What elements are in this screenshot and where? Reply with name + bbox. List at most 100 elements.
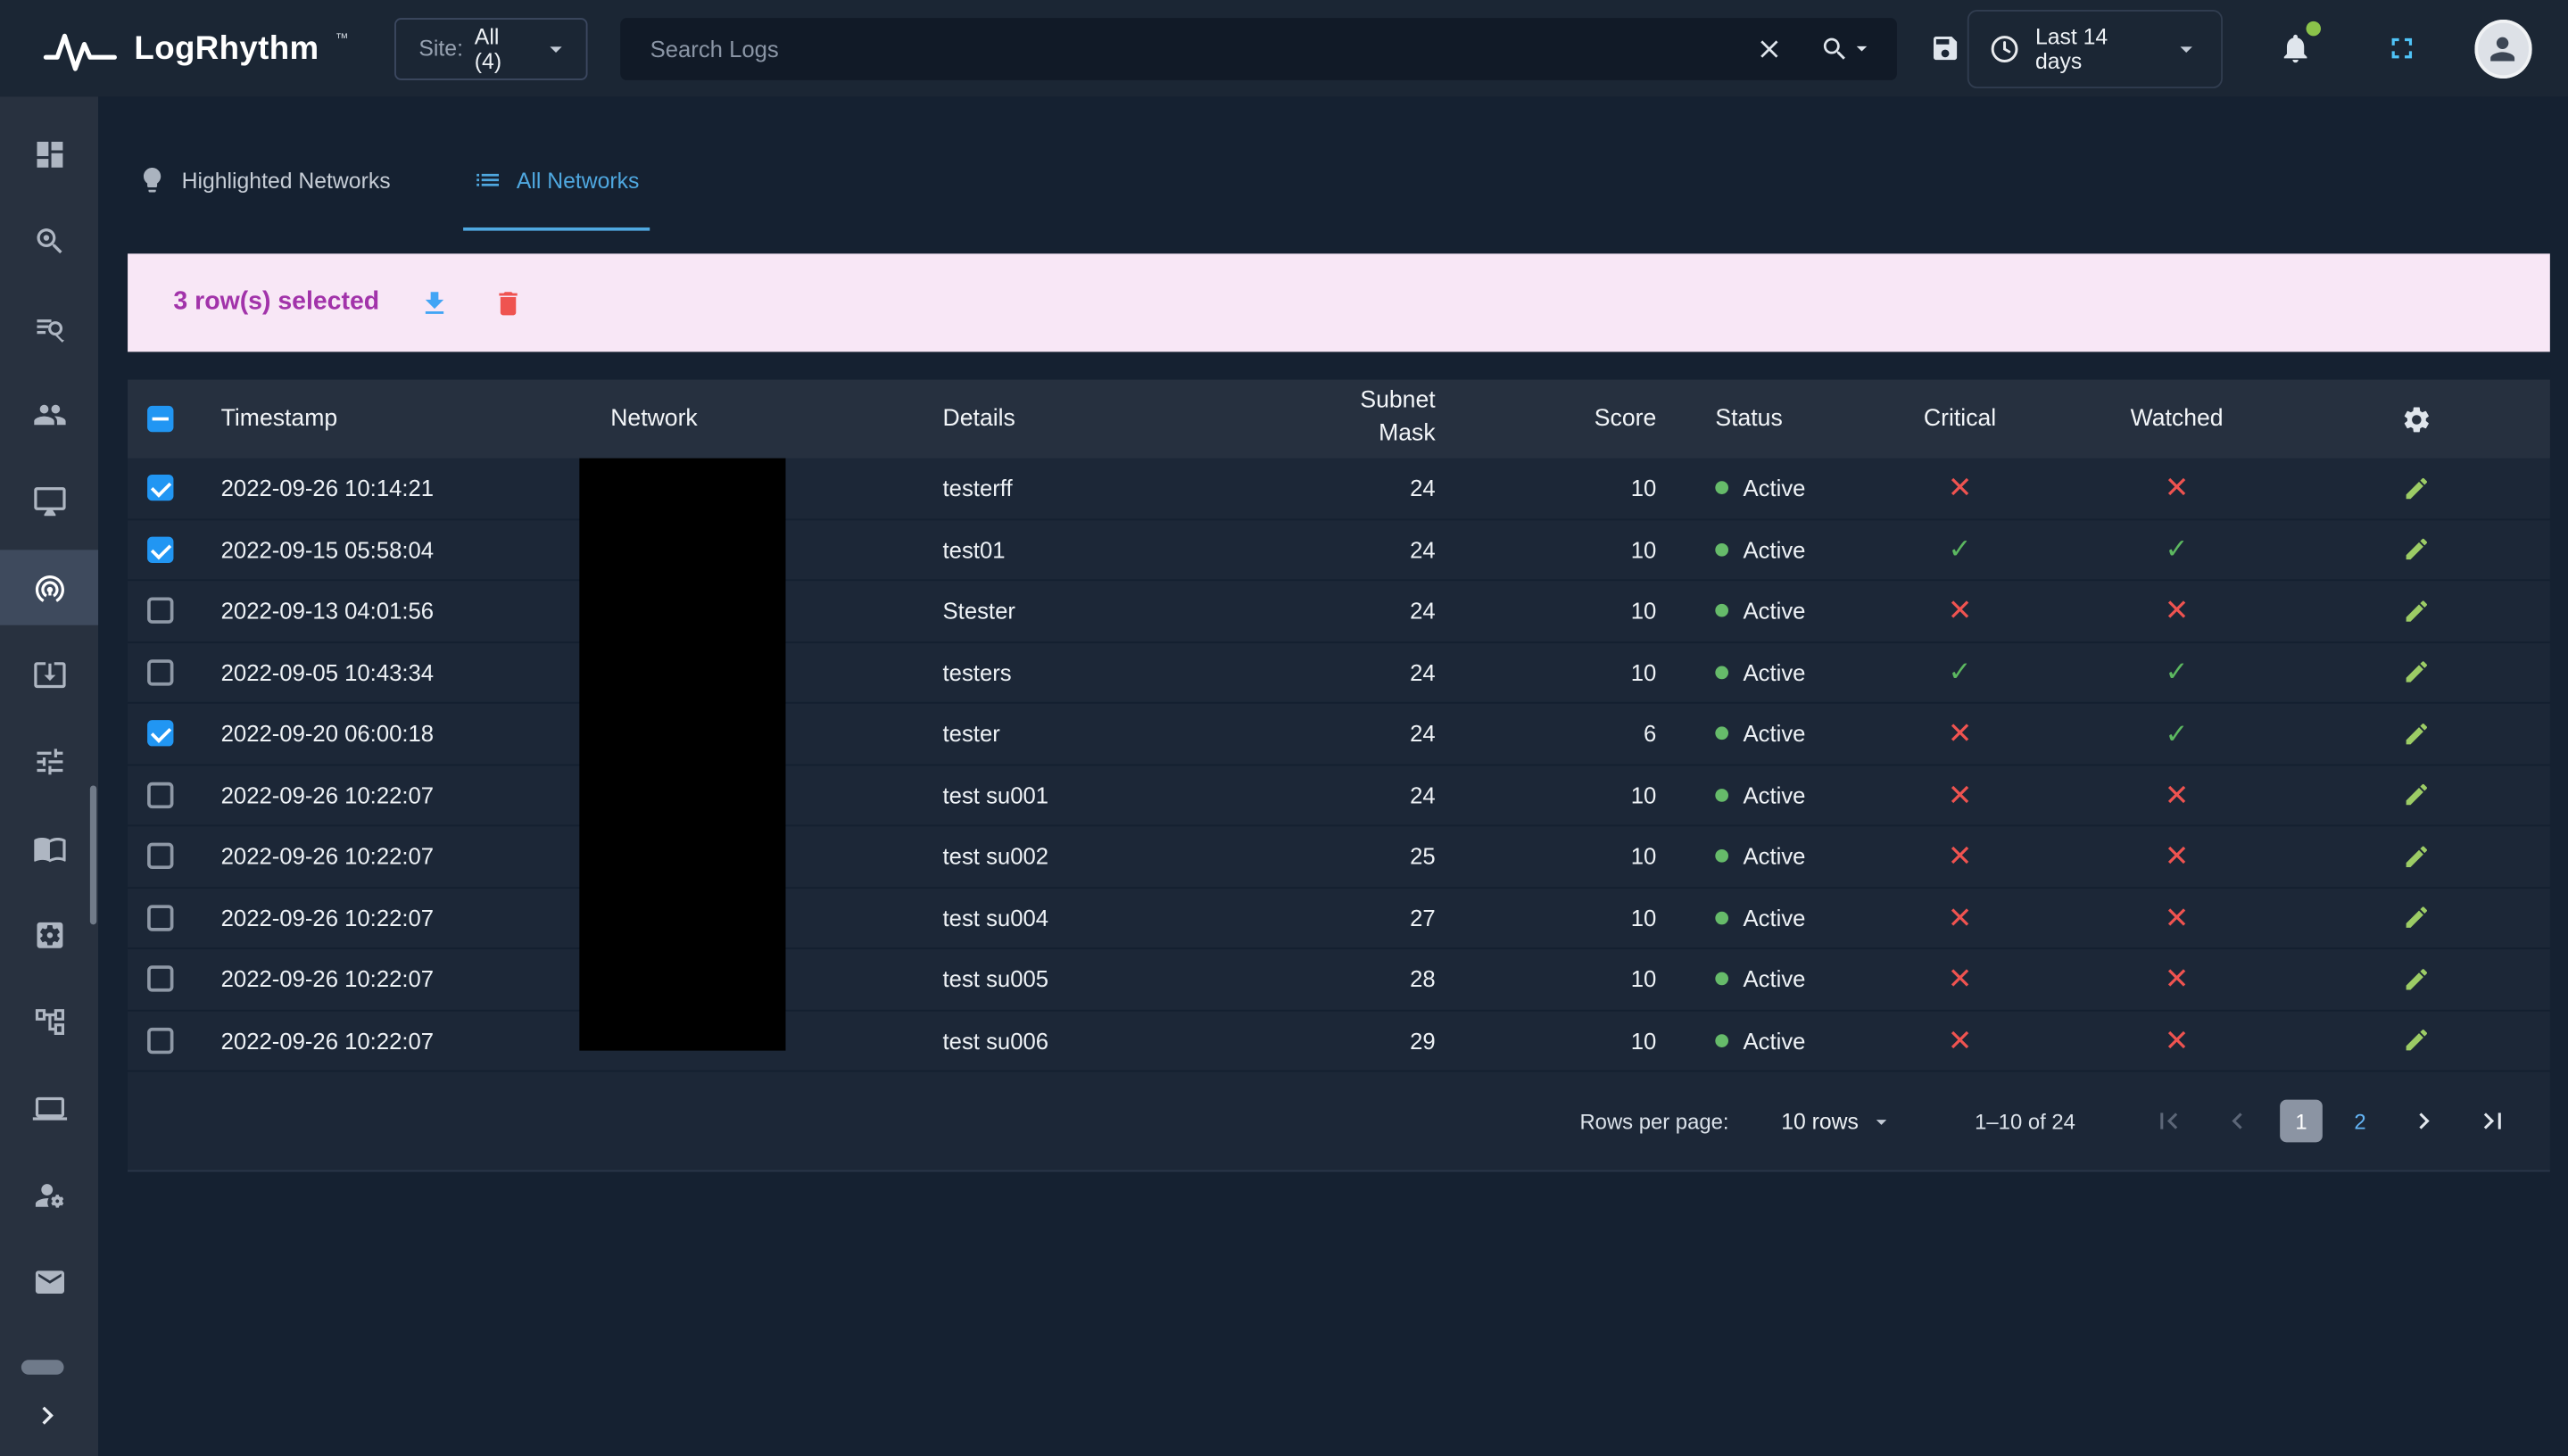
table-row[interactable]: 2022-09-26 10:22:07 test su005 28 10 Act… [128,949,2550,1011]
row-checkbox[interactable] [147,782,173,807]
sidebar-item-monitor[interactable] [0,463,98,538]
table-row[interactable]: 2022-09-13 04:01:56 Stester 24 10 Active… [128,581,2550,642]
export-selected-button[interactable] [416,284,453,321]
pencil-icon [2403,904,2431,931]
chevron-down-icon [1850,36,1875,61]
details-cell: test su004 [910,905,1277,931]
sidebar-item-admin-users[interactable] [0,1157,98,1232]
table-row[interactable]: 2022-09-15 05:58:04 test01 24 10 Active … [128,519,2550,581]
edit-row-button[interactable] [2398,592,2435,630]
selection-count: 3 row(s) selected [173,288,379,318]
edit-row-button[interactable] [2398,531,2435,568]
sidebar-item-app-settings[interactable] [0,897,98,972]
status-dot [1715,911,1728,924]
sidebar-item-deployment[interactable] [0,637,98,712]
chevron-down-icon [542,34,570,63]
table-row[interactable]: 2022-09-20 06:00:18 tester 24 6 Active ✕… [128,704,2550,765]
save-search-button[interactable] [1923,26,1967,70]
table-row[interactable]: 2022-09-26 10:22:07 test su002 25 10 Act… [128,826,2550,888]
critical-mark: ✓ [1948,658,1971,686]
critical-mark: ✕ [1948,903,1973,932]
sidebar-item-mail[interactable] [0,1244,98,1319]
row-checkbox[interactable] [147,659,173,685]
edit-row-button[interactable] [2398,838,2435,875]
watched-mark: ✕ [2165,474,2190,503]
sidebar-item-laptop[interactable] [0,1071,98,1146]
edit-row-button[interactable] [2398,715,2435,752]
column-header-subnet-mask: Subnet Mask [1340,387,1440,451]
tab-all-networks[interactable]: All Networks [462,129,649,231]
status-label: Active [1744,966,1806,992]
next-page-button[interactable] [2401,1098,2447,1144]
row-checkbox[interactable] [147,536,173,562]
status-cell: Active [1661,536,1850,562]
subnet-cell: 24 [1277,721,1440,747]
details-cell: Stester [910,598,1277,624]
sidebar-item-case-search[interactable] [0,203,98,277]
edit-row-button[interactable] [2398,960,2435,997]
notifications-button[interactable] [2272,25,2319,72]
column-settings-button[interactable] [2396,399,2437,440]
time-range-value: Last 14 days [2035,24,2158,73]
previous-page-button[interactable] [2215,1098,2260,1144]
time-range-selector[interactable]: Last 14 days [1967,9,2223,87]
select-all-checkbox[interactable] [147,406,173,432]
sidebar-item-dashboard[interactable] [0,116,98,191]
dashboard-icon [32,136,67,171]
subnet-cell: 24 [1277,659,1440,685]
table-row[interactable]: 2022-09-26 10:22:07 test su001 24 10 Act… [128,765,2550,827]
tab-label: All Networks [517,168,640,193]
fullscreen-button[interactable] [2378,25,2425,72]
selection-banner: 3 row(s) selected [128,253,2550,352]
sidebar-item-knowledge-base[interactable] [0,810,98,885]
pencil-icon [2403,781,2431,808]
status-dot [1715,972,1728,986]
table-row[interactable]: 2022-09-05 10:43:34 testers 24 10 Active… [128,642,2550,704]
sidebar-item-tune[interactable] [0,724,98,798]
row-checkbox[interactable] [147,966,173,992]
site-selector[interactable]: Site: All (4) [394,17,588,79]
rows-per-page-value: 10 rows [1781,1109,1859,1134]
person-icon [2485,30,2521,66]
status-label: Active [1744,843,1806,869]
sidebar-expand-button[interactable] [23,1391,72,1440]
row-checkbox[interactable] [147,843,173,869]
page-button-1[interactable]: 1 [2280,1100,2323,1143]
row-checkbox[interactable] [147,598,173,624]
user-avatar[interactable] [2474,19,2532,78]
edit-row-button[interactable] [2398,469,2435,507]
last-page-button[interactable] [2470,1098,2515,1144]
delete-selected-button[interactable] [489,284,526,321]
sidebar-item-networks[interactable] [0,550,98,625]
row-checkbox[interactable] [147,905,173,931]
table-row[interactable]: 2022-09-26 10:22:07 test su006 29 10 Act… [128,1011,2550,1072]
edit-row-button[interactable] [2398,1022,2435,1059]
search-input[interactable] [647,34,1748,63]
details-cell: test su005 [910,966,1277,992]
bell-icon [2278,31,2313,66]
page-button-2[interactable]: 2 [2339,1100,2382,1143]
table-row[interactable]: 2022-09-26 10:14:21 testerff 24 10 Activ… [128,459,2550,520]
status-cell: Active [1661,782,1850,807]
clear-search-button[interactable] [1748,27,1791,70]
tab-highlighted-networks[interactable]: Highlighted Networks [128,129,401,231]
status-cell: Active [1661,843,1850,869]
row-checkbox[interactable] [147,475,173,500]
edit-row-button[interactable] [2398,776,2435,814]
search-submit-button[interactable] [1813,27,1880,70]
row-checkbox[interactable] [147,1027,173,1053]
site-selector-value: All (4) [475,24,530,73]
sidebar-item-log-search[interactable] [0,290,98,365]
search-bar[interactable] [621,17,1897,79]
pencil-icon [2403,1027,2431,1055]
status-dot [1715,789,1728,802]
sidebar-scrollbar-thumb[interactable] [90,785,96,924]
edit-row-button[interactable] [2398,653,2435,691]
edit-row-button[interactable] [2398,898,2435,936]
row-checkbox[interactable] [147,721,173,747]
sidebar-item-integrations[interactable] [0,983,98,1058]
sidebar-item-people[interactable] [0,376,98,451]
rows-per-page-select[interactable]: 10 rows [1771,1107,1902,1135]
first-page-button[interactable] [2146,1098,2191,1144]
table-row[interactable]: 2022-09-26 10:22:07 test su004 27 10 Act… [128,888,2550,949]
